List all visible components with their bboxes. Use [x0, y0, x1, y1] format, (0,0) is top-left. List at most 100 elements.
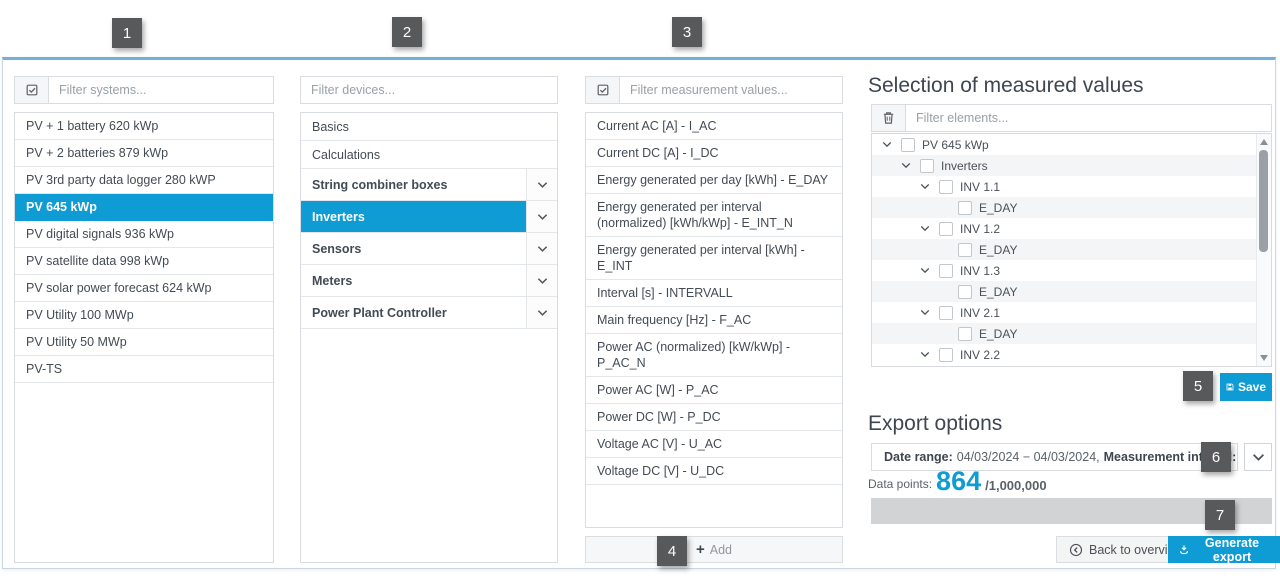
- system-list-item[interactable]: PV Utility 50 MWp: [15, 329, 273, 356]
- export-settings-expand-button[interactable]: [1244, 443, 1272, 471]
- device-list-item[interactable]: Inverters: [301, 201, 557, 233]
- chevron-down-icon[interactable]: [918, 267, 932, 274]
- tree-node[interactable]: Inverters: [872, 155, 1257, 176]
- tree-node[interactable]: E_DAY: [872, 281, 1257, 302]
- measurement-list-item[interactable]: Current AC [A] - I_AC: [586, 113, 842, 140]
- systems-filter-row: [14, 76, 274, 104]
- chevron-down-icon[interactable]: [918, 351, 932, 358]
- elements-filter-row: [871, 104, 1272, 132]
- measurement-list-item[interactable]: Current DC [A] - I_DC: [586, 140, 842, 167]
- device-label: Meters: [312, 274, 352, 288]
- measurement-list-item[interactable]: Energy generated per interval (normalize…: [586, 194, 842, 237]
- system-list-item[interactable]: PV + 2 batteries 879 kWp: [15, 140, 273, 167]
- checkbox[interactable]: [939, 306, 953, 320]
- checkbox[interactable]: [939, 222, 953, 236]
- tree-node[interactable]: INV 1.3: [872, 260, 1257, 281]
- measurement-label: Voltage DC [V] - U_DC: [597, 463, 724, 479]
- chevron-down-icon: [1252, 453, 1265, 462]
- checkbox-checked-icon[interactable]: [15, 77, 49, 103]
- export-settings-summary[interactable]: Date range: 04/03/2024 − 04/03/2024, Mea…: [871, 443, 1238, 471]
- systems-filter-input[interactable]: [49, 77, 273, 103]
- system-label: PV + 1 battery 620 kWp: [26, 119, 158, 133]
- annotation-badge-6: 6: [1201, 442, 1231, 472]
- measurement-list-item[interactable]: Power AC (normalized) [kW/kWp] - P_AC_N: [586, 334, 842, 377]
- system-list-item[interactable]: PV + 1 battery 620 kWp: [15, 113, 273, 140]
- scroll-down-icon[interactable]: [1260, 355, 1268, 361]
- date-range-label: Date range:: [884, 450, 953, 464]
- chevron-down-icon[interactable]: [526, 201, 557, 232]
- checkbox[interactable]: [958, 327, 972, 341]
- tree-node[interactable]: INV 1.1: [872, 176, 1257, 197]
- scrollbar[interactable]: [1256, 134, 1271, 366]
- checkbox[interactable]: [958, 201, 972, 215]
- device-list-item[interactable]: Basics: [301, 113, 557, 141]
- device-list-item[interactable]: Meters: [301, 265, 557, 297]
- tree-node-label: E_DAY: [979, 201, 1017, 215]
- checkbox[interactable]: [939, 180, 953, 194]
- measurement-list-item[interactable]: Energy generated per interval [kWh] - E_…: [586, 237, 842, 280]
- tree-node[interactable]: INV 1.2: [872, 218, 1257, 239]
- measurement-list-item[interactable]: Power DC [W] - P_DC: [586, 404, 842, 431]
- chevron-down-icon[interactable]: [899, 162, 913, 169]
- checkbox[interactable]: [939, 348, 953, 362]
- system-label: PV solar power forecast 624 kWp: [26, 281, 212, 295]
- tree-node[interactable]: E_DAY: [872, 239, 1257, 260]
- data-points-label: Data points:: [868, 477, 932, 491]
- measurement-label: Energy generated per day [kWh] - E_DAY: [597, 172, 828, 188]
- device-list-item[interactable]: Power Plant Controller: [301, 297, 557, 329]
- measurements-filter-input[interactable]: [620, 77, 842, 103]
- system-list-item[interactable]: PV digital signals 936 kWp: [15, 221, 273, 248]
- tree-node-label: Inverters: [941, 159, 988, 173]
- measurement-list-item[interactable]: Voltage DC [V] - U_DC: [586, 458, 842, 485]
- chevron-down-icon[interactable]: [526, 297, 557, 328]
- add-button[interactable]: + Add: [585, 536, 843, 563]
- chevron-down-icon[interactable]: [918, 309, 932, 316]
- checkbox[interactable]: [901, 138, 915, 152]
- device-list-item[interactable]: String combiner boxes: [301, 169, 557, 201]
- system-list-item[interactable]: PV Utility 100 MWp: [15, 302, 273, 329]
- tree-node[interactable]: INV 2.2: [872, 344, 1257, 365]
- checkbox[interactable]: [958, 285, 972, 299]
- chevron-down-icon[interactable]: [526, 265, 557, 296]
- back-circle-icon: [1069, 543, 1083, 557]
- measurement-list-item[interactable]: Voltage AC [V] - U_AC: [586, 431, 842, 458]
- checkbox[interactable]: [939, 264, 953, 278]
- measurement-list-item[interactable]: Interval [s] - INTERVALL: [586, 280, 842, 307]
- system-list-item[interactable]: PV 3rd party data logger 280 kWP: [15, 167, 273, 194]
- checkbox[interactable]: [920, 159, 934, 173]
- system-list-item[interactable]: PV satellite data 998 kWp: [15, 248, 273, 275]
- tree-node[interactable]: PV 645 kWp: [872, 134, 1257, 155]
- device-list-item[interactable]: Sensors: [301, 233, 557, 265]
- measurement-list-item[interactable]: Power AC [W] - P_AC: [586, 377, 842, 404]
- floppy-icon: [1226, 381, 1234, 393]
- generate-export-label: Generate export: [1195, 536, 1269, 564]
- measurement-list-item[interactable]: Main frequency [Hz] - F_AC: [586, 307, 842, 334]
- chevron-down-icon[interactable]: [918, 225, 932, 232]
- chevron-down-icon[interactable]: [880, 141, 894, 148]
- system-list-item[interactable]: PV 645 kWp: [15, 194, 273, 221]
- device-list-item[interactable]: Calculations: [301, 141, 557, 169]
- scroll-up-icon[interactable]: [1260, 139, 1268, 145]
- tree-node[interactable]: INV 2.1: [872, 302, 1257, 323]
- generate-export-button[interactable]: Generate export: [1168, 536, 1280, 563]
- trash-icon[interactable]: [872, 105, 906, 131]
- measurement-list-item[interactable]: Energy generated per day [kWh] - E_DAY: [586, 167, 842, 194]
- chevron-down-icon[interactable]: [526, 169, 557, 200]
- measurement-label: Main frequency [Hz] - F_AC: [597, 312, 751, 328]
- annotation-badge-5: 5: [1183, 371, 1213, 401]
- scrollbar-thumb[interactable]: [1259, 150, 1268, 252]
- elements-filter-input[interactable]: [906, 105, 1271, 131]
- save-button[interactable]: Save: [1220, 373, 1272, 401]
- tree-node[interactable]: E_DAY: [872, 323, 1257, 344]
- tree-node[interactable]: E_DAY: [872, 197, 1257, 218]
- system-label: PV + 2 batteries 879 kWp: [26, 146, 168, 160]
- data-points-max: /1,000,000: [985, 478, 1046, 493]
- devices-filter-input[interactable]: [301, 77, 557, 103]
- chevron-down-icon[interactable]: [526, 233, 557, 264]
- checkbox[interactable]: [958, 243, 972, 257]
- checkbox-checked-icon[interactable]: [586, 77, 620, 103]
- system-label: PV 3rd party data logger 280 kWP: [26, 173, 216, 187]
- chevron-down-icon[interactable]: [918, 183, 932, 190]
- system-list-item[interactable]: PV-TS: [15, 356, 273, 383]
- system-list-item[interactable]: PV solar power forecast 624 kWp: [15, 275, 273, 302]
